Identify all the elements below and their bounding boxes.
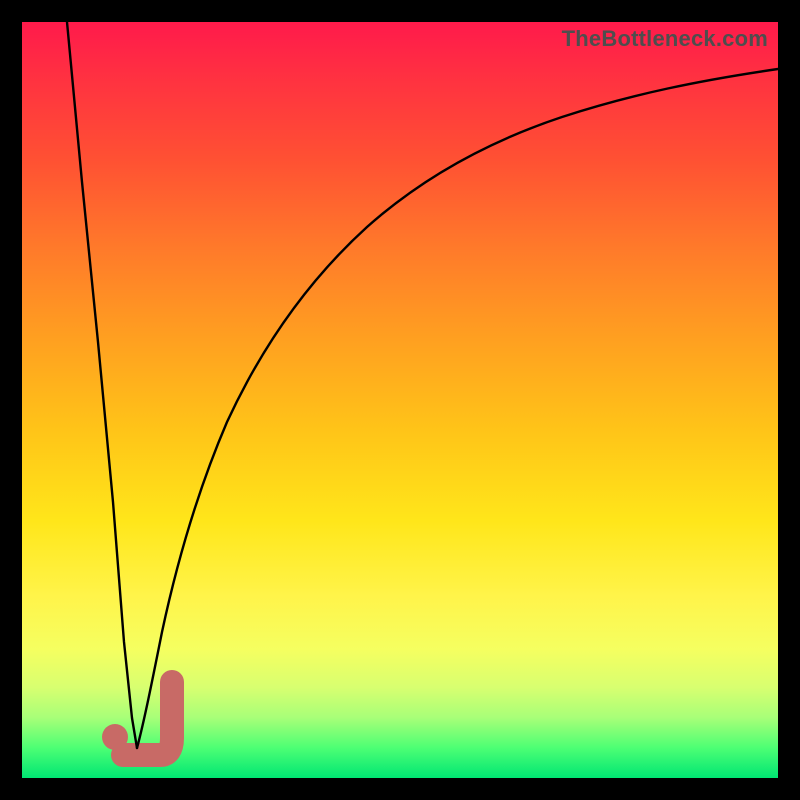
plot-area: TheBottleneck.com	[22, 22, 778, 778]
chart-frame: TheBottleneck.com	[0, 0, 800, 800]
curve-right-branch	[137, 69, 778, 748]
curve-left-branch	[67, 22, 137, 748]
chart-svg	[22, 22, 778, 778]
